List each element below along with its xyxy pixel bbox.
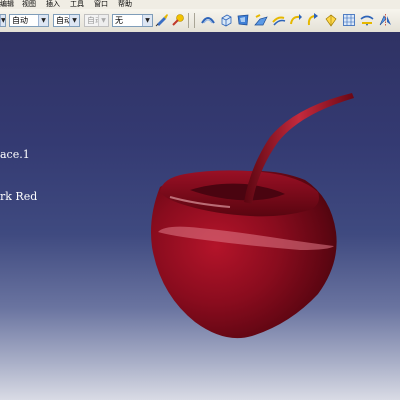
menu-insert[interactable]: 插入 xyxy=(46,0,60,9)
layer-dropdown[interactable]: 无 ▼ xyxy=(112,14,153,27)
menu-bar: 编辑 视图 插入 工具 窗口 帮助 xyxy=(0,0,400,9)
paint-brush-icon[interactable] xyxy=(171,13,185,27)
menu-edit[interactable]: 编辑 xyxy=(0,0,14,9)
cherry-model[interactable] xyxy=(0,32,400,400)
extract-surface-icon[interactable] xyxy=(324,13,338,27)
toolbar-separator xyxy=(194,13,195,28)
unfold-surface-icon[interactable] xyxy=(360,13,374,27)
rotate-arrow-icon[interactable] xyxy=(306,13,320,27)
layer-value: 无 xyxy=(115,16,123,25)
paint-format-icon[interactable] xyxy=(155,13,169,27)
menu-help[interactable]: 帮助 xyxy=(118,0,132,9)
color-dropdown[interactable]: ▼ xyxy=(0,14,6,27)
sweep-arrow-icon[interactable] xyxy=(289,13,303,27)
blend-surface-icon[interactable] xyxy=(254,13,268,27)
solid-block-icon[interactable] xyxy=(219,13,233,27)
sweep-surface-icon[interactable] xyxy=(201,13,215,27)
chevron-down-icon[interactable]: ▼ xyxy=(142,15,152,26)
menu-view[interactable]: 视图 xyxy=(22,0,36,9)
grid-sketch-icon[interactable] xyxy=(342,13,356,27)
menu-window[interactable]: 窗口 xyxy=(94,0,108,9)
chevron-down-icon: ▼ xyxy=(98,15,108,26)
symmetry-icon[interactable] xyxy=(378,13,392,27)
toolbar-separator xyxy=(188,13,189,28)
menu-tools[interactable]: 工具 xyxy=(70,0,84,9)
3d-viewport[interactable]: ace.1 rk Red xyxy=(0,32,400,400)
chevron-down-icon[interactable]: ▼ xyxy=(69,15,79,26)
chevron-down-icon[interactable]: ▼ xyxy=(38,15,48,26)
line-type-dropdown: 自动 ▼ xyxy=(84,14,109,27)
transparency-value: 自动 xyxy=(12,16,28,25)
chevron-down-icon[interactable]: ▼ xyxy=(0,15,5,26)
graphic-properties-toolbar: ▼ 自动 ▼ 自动 ▼ 自动 ▼ 无 ▼ xyxy=(0,9,400,33)
fill-surface-icon[interactable] xyxy=(236,13,250,27)
transparency-dropdown[interactable]: 自动 ▼ xyxy=(9,14,49,27)
offset-surface-icon[interactable] xyxy=(272,13,286,27)
line-thickness-dropdown[interactable]: 自动 ▼ xyxy=(53,14,80,27)
